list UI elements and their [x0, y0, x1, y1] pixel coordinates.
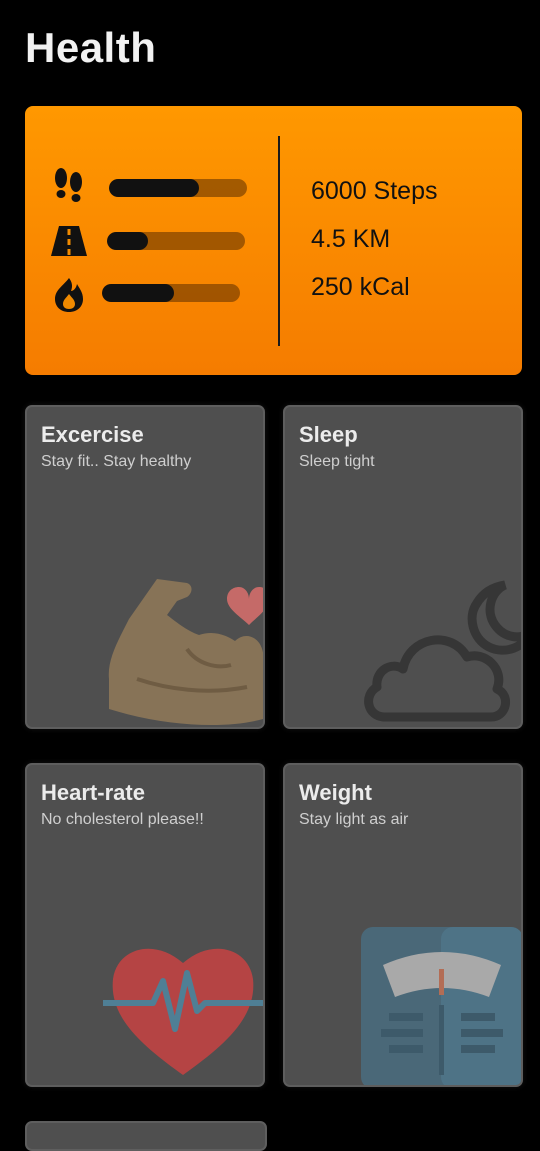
card-title: Weight: [299, 780, 372, 805]
distance-value: 4.5 KM: [311, 225, 391, 253]
calories-progress-fill: [102, 284, 174, 302]
activity-summary-card[interactable]: 6000 Steps 4.5 KM 250 kCal: [25, 106, 522, 375]
sleep-card[interactable]: Sleep Sleep tight: [283, 405, 523, 729]
steps-value: 6000 Steps: [311, 177, 438, 205]
summary-divider: [278, 136, 280, 346]
card-subtitle: Sleep tight: [299, 453, 375, 470]
card-title: Sleep: [299, 422, 358, 447]
card-subtitle: Stay light as air: [299, 811, 409, 828]
weighing-scale-icon: [361, 927, 521, 1085]
steps-progress-bar: [109, 179, 247, 197]
page-title: Health: [25, 24, 157, 71]
card-subtitle: No cholesterol please!!: [41, 811, 204, 828]
muscle-arm-icon: [108, 579, 263, 725]
next-card[interactable]: [25, 1121, 267, 1151]
card-subtitle: Stay fit.. Stay healthy: [41, 453, 192, 470]
heart-pulse-icon: [103, 948, 263, 1075]
distance-progress-bar: [107, 232, 245, 250]
road-icon: [51, 226, 87, 256]
card-title: Heart-rate: [41, 780, 145, 805]
calories-value: 250 kCal: [311, 273, 410, 301]
exercise-card[interactable]: Excercise Stay fit.. Stay healthy: [25, 405, 265, 729]
fire-icon: [55, 278, 83, 312]
card-title: Excercise: [41, 422, 144, 447]
footprints-icon: [55, 168, 82, 202]
distance-progress-fill: [107, 232, 149, 250]
heart-rate-card[interactable]: Heart-rate No cholesterol please!!: [25, 763, 265, 1087]
steps-progress-fill: [109, 179, 199, 197]
weight-card[interactable]: Weight Stay light as air: [283, 763, 523, 1087]
calories-progress-bar: [102, 284, 240, 302]
cloud-moon-icon: [364, 580, 521, 722]
